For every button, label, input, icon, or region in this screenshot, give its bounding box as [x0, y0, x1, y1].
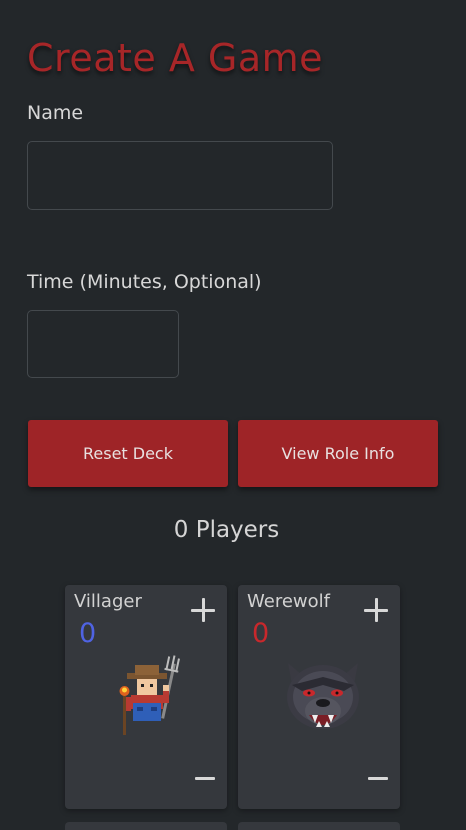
werewolf-head-icon: [278, 655, 368, 745]
role-card-partial: [238, 822, 400, 830]
role-card-werewolf: Werewolf 0: [238, 585, 400, 809]
role-name: Werewolf: [247, 591, 330, 612]
add-villager-icon[interactable]: [191, 597, 217, 623]
role-card-villager: Villager 0: [65, 585, 227, 809]
create-game-page: Create A Game Name Time (Minutes, Option…: [0, 0, 466, 830]
remove-villager-icon[interactable]: [195, 775, 215, 781]
role-name: Villager: [74, 591, 142, 612]
page-title: Create A Game: [27, 36, 324, 80]
remove-werewolf-icon[interactable]: [368, 775, 388, 781]
time-input[interactable]: [27, 310, 179, 378]
role-count: 0: [252, 618, 270, 649]
role-count: 0: [79, 618, 97, 649]
role-card-partial: [65, 822, 227, 830]
add-werewolf-icon[interactable]: [364, 597, 390, 623]
name-label: Name: [27, 102, 84, 124]
villager-farmer-icon: [105, 655, 195, 745]
time-label: Time (Minutes, Optional): [27, 271, 262, 293]
player-count: 0 Players: [173, 517, 280, 543]
view-role-info-button[interactable]: View Role Info: [238, 420, 438, 487]
reset-deck-button[interactable]: Reset Deck: [28, 420, 228, 487]
name-input[interactable]: [27, 141, 333, 210]
